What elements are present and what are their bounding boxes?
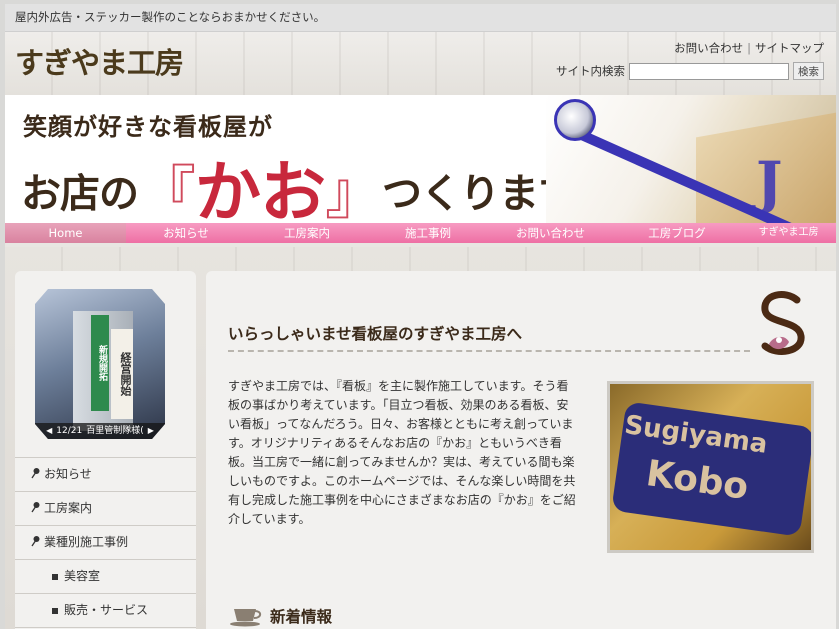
hero-tagline: 笑顔が好きな看板屋が (23, 113, 273, 141)
nav-item-home[interactable]: Home (5, 223, 126, 243)
slide-banner-green: 新規開拓 (91, 315, 109, 411)
pin-icon (31, 536, 40, 547)
slide-caption: ◀ 12/21 百里管制隊様( ▶ (35, 423, 165, 439)
sidebar-item-about[interactable]: 工房案内 (15, 492, 196, 526)
sidebar-item-works-by-industry[interactable]: 業種別施工事例 (15, 526, 196, 560)
news-title: 新着情報 (270, 608, 333, 626)
top-notice-bar: 屋内外広告・ステッカー製作のことならおまかせください。 (5, 4, 836, 32)
hero-headline-kao: かお (195, 154, 326, 223)
sidebar-subitem-retail[interactable]: 販売・サービス (15, 594, 196, 628)
title-divider (228, 350, 750, 352)
site-logo[interactable]: すぎやま工房 (15, 40, 184, 82)
sign-photo: Sugiyama Kobo (607, 381, 814, 553)
slideshow[interactable]: 新規開拓 経営開始 ◀ 12/21 百里管制隊様( ▶ (35, 289, 165, 439)
sign-letter-shape: J (756, 150, 783, 216)
pin-icon (31, 468, 40, 479)
hero-headline: お店の『かお』つくります。 (21, 139, 613, 223)
sidebar-item-news[interactable]: お知らせ (15, 458, 196, 492)
top-notice-text: 屋内外広告・ステッカー製作のことならおまかせください。 (15, 10, 326, 24)
square-bullet-icon (52, 608, 58, 614)
link-separator: | (747, 41, 751, 55)
hero-headline-pre: お店の (21, 171, 139, 217)
sitemap-link[interactable]: サイトマップ (755, 41, 824, 55)
next-arrow-icon[interactable]: ▶ (148, 423, 154, 439)
nav-item-about[interactable]: 工房案内 (246, 223, 368, 243)
nav-item-news[interactable]: お知らせ (126, 223, 246, 243)
page-frame: 屋内外広告・ステッカー製作のことならおまかせください。 すぎやま工房 お問い合わ… (5, 4, 836, 629)
hero-sign-photo: J (546, 95, 836, 223)
slide-title: 百里管制隊様( (86, 426, 144, 436)
sidebar: 新規開拓 経営開始 ◀ 12/21 百里管制隊様( ▶ お知らせ 工房案内 業種… (15, 271, 196, 629)
nav-item-sugiyama[interactable]: すぎやま工房 (741, 223, 836, 243)
nav-item-works[interactable]: 施工事例 (368, 223, 488, 243)
search-input[interactable] (629, 62, 789, 80)
coffee-cup-icon (230, 609, 262, 627)
nav-item-blog[interactable]: 工房ブログ (613, 223, 741, 243)
slide-date: 12/21 (56, 426, 83, 436)
main-content: いらっしゃいませ看板屋のすぎやま工房へ すぎやま工房では、『看板』を主に製作施工… (206, 271, 836, 629)
sidebar-item-label: 業種別施工事例 (44, 535, 129, 549)
hero-banner: 笑顔が好きな看板屋が お店の『かお』つくります。 J (5, 95, 836, 223)
sidebar-subitem-salon[interactable]: 美容室 (15, 560, 196, 594)
pin-icon (31, 502, 40, 513)
contact-link[interactable]: お問い合わせ (674, 41, 743, 55)
prev-arrow-icon[interactable]: ◀ (46, 423, 52, 439)
s-emblem-icon (761, 291, 805, 355)
news-heading: 新着情報 (228, 605, 332, 627)
spotlight-icon (554, 99, 596, 141)
page-title: いらっしゃいませ看板屋のすぎやま工房へ (228, 325, 523, 343)
search-button[interactable]: 検索 (793, 62, 824, 80)
search-label: サイト内検索 (556, 64, 625, 78)
sidebar-item-label: 販売・サービス (64, 603, 149, 617)
main-nav: Home お知らせ 工房案内 施工事例 お問い合わせ 工房ブログ すぎやま工房 (5, 223, 836, 243)
utility-links: お問い合わせ | サイトマップ (674, 40, 824, 56)
sidebar-item-label: 美容室 (64, 569, 101, 583)
hero-bracket-open: 『 (138, 159, 196, 223)
intro-paragraph: すぎやま工房では、『看板』を主に製作施工しています。そう看板の事ばかり考えていま… (228, 379, 576, 526)
nav-item-contact[interactable]: お問い合わせ (488, 223, 613, 243)
sidebar-item-label: 工房案内 (44, 501, 93, 515)
side-menu: お知らせ 工房案内 業種別施工事例 美容室 販売・サービス (15, 457, 196, 628)
square-bullet-icon (52, 574, 58, 580)
site-search: サイト内検索 検索 (556, 62, 824, 80)
sidebar-item-label: お知らせ (44, 467, 92, 481)
slide-banner-white: 経営開始 (111, 329, 133, 419)
hero-bracket-close: 』 (325, 159, 383, 223)
site-header: すぎやま工房 お問い合わせ | サイトマップ サイト内検索 検索 (5, 32, 836, 95)
